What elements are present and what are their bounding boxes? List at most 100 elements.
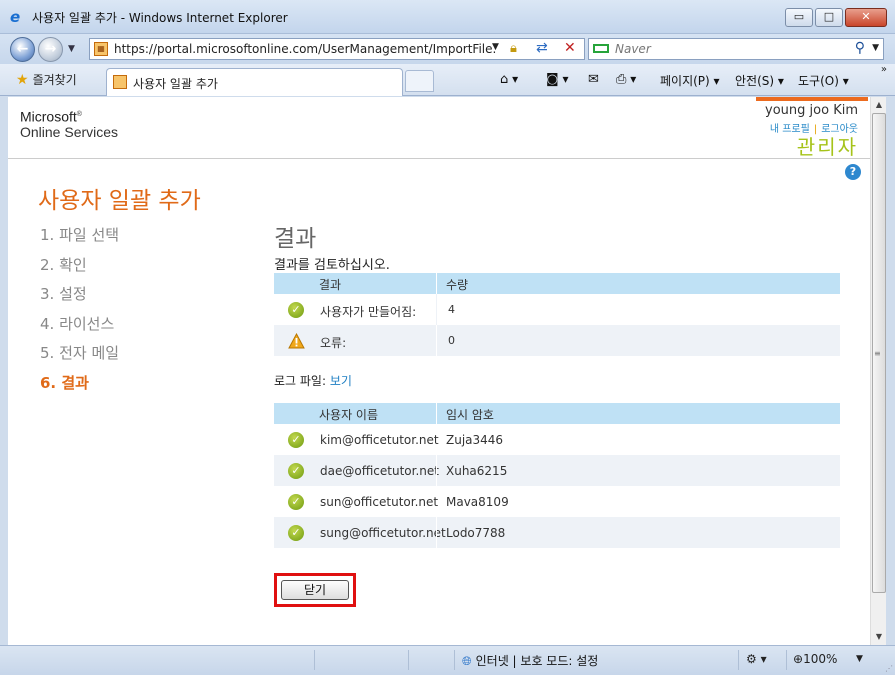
zoom-icon: ⊕: [793, 652, 804, 666]
success-check-icon: ✓: [288, 494, 304, 510]
star-icon: ★: [16, 72, 29, 88]
page-title: 사용자 일괄 추가: [38, 188, 201, 214]
forward-button[interactable]: →: [38, 37, 63, 62]
more-commands-icon[interactable]: »: [881, 64, 887, 75]
column-header-result: 결과: [319, 278, 342, 292]
command-bar: ★ 즐겨찾기 사용자 일괄 추가 ⌂ ▾ ◙ ▾ ✉ ⎙ ▾ 페이지(P) ▾ 안…: [0, 64, 895, 96]
status-pane-divider: [454, 650, 455, 670]
wizard-step: 1. 파일 선택: [40, 226, 120, 244]
column-header-username: 사용자 이름: [319, 408, 379, 422]
status-pane-divider: [738, 650, 739, 670]
success-check-icon: ✓: [288, 302, 304, 318]
wizard-step: 2. 확인: [40, 255, 87, 274]
home-icon: ⌂: [500, 72, 509, 87]
scroll-up-icon[interactable]: ▲: [871, 97, 887, 113]
home-button[interactable]: ⌂ ▾: [500, 72, 518, 87]
status-bar: 🌐︎ 인터넷 | 보호 모드: 설정 ⚙ ▾ ⊕100% ▼ ⋰: [0, 645, 895, 675]
globe-icon: 🌐︎: [462, 654, 472, 668]
microsoft-online-logo[interactable]: Microsoft® Online Services: [20, 107, 118, 140]
user-role: 관리자: [796, 135, 858, 159]
summary-label: 오류:: [320, 336, 347, 350]
mail-icon: ✉: [588, 72, 599, 87]
close-button[interactable]: 닫기: [281, 580, 349, 600]
recent-pages-dropdown-icon[interactable]: ▼: [68, 44, 75, 54]
security-zone[interactable]: 🌐︎ 인터넷 | 보호 모드: 설정: [462, 652, 598, 669]
table-row: 오류: 0: [274, 325, 840, 356]
forward-arrow-icon: →: [44, 41, 57, 57]
table-row: ✓ sun@officetutor.net Mava8109: [274, 486, 840, 517]
search-input[interactable]: Naver: [615, 42, 651, 56]
refresh-icon[interactable]: ⇄: [536, 40, 548, 56]
addons-icon: ⚙: [746, 652, 757, 666]
help-icon[interactable]: ?: [845, 164, 861, 180]
back-button[interactable]: ←: [10, 37, 35, 62]
resize-grip-icon[interactable]: ⋰: [885, 664, 893, 673]
page-menu[interactable]: 페이지(P) ▾: [660, 72, 720, 89]
zoom-dropdown-icon[interactable]: ▼: [856, 654, 863, 664]
user-temp-password: Lodo7788: [446, 526, 506, 540]
logo-mark: ®: [76, 111, 82, 118]
close-icon: ✕: [861, 10, 871, 23]
addons-button[interactable]: ⚙ ▾: [746, 652, 767, 666]
rss-icon: ◙: [546, 72, 559, 87]
user-email: sun@officetutor.net: [320, 495, 439, 509]
mail-button[interactable]: ✉: [588, 72, 599, 87]
portal-header: Microsoft® Online Services young joo Kim…: [8, 97, 870, 159]
address-bar[interactable]: ▦ https://portal.microsoftonline.com/Use…: [89, 38, 585, 60]
scroll-grip-icon: ≡: [874, 349, 881, 358]
wizard-step-current: 6. 결과: [40, 373, 89, 392]
search-icon[interactable]: ⚲: [855, 40, 865, 56]
wizard-step: 5. 전자 메일: [40, 344, 120, 362]
window-controls: ▭ □ ✕: [783, 8, 887, 27]
summary-label: 사용자가 만들어짐:: [320, 305, 417, 319]
feeds-button[interactable]: ◙ ▾: [546, 72, 568, 87]
tools-menu[interactable]: 도구(O) ▾: [798, 72, 849, 89]
section-subtitle: 결과를 검토하십시오.: [274, 258, 390, 273]
wizard-step: 3. 설정: [40, 285, 87, 303]
lock-icon[interactable]: 🔒︎: [510, 41, 517, 56]
summary-count: 4: [448, 303, 455, 316]
logo-brand: Microsoft: [20, 108, 77, 125]
search-box[interactable]: Naver ⚲ ▼: [588, 38, 884, 60]
back-arrow-icon: ←: [16, 41, 29, 57]
site-favicon-icon: ▦: [94, 42, 108, 56]
user-temp-password: Zuja3446: [446, 433, 504, 447]
url-dropdown-icon[interactable]: ▼: [492, 42, 499, 52]
user-temp-password: Mava8109: [446, 495, 509, 509]
table-row: ✓ kim@officetutor.net Zuja3446: [274, 424, 840, 455]
minimize-icon: ▭: [793, 10, 805, 23]
scroll-down-icon[interactable]: ▼: [871, 629, 887, 645]
address-toolbar: ← → ▼ ▦ https://portal.microsoftonline.c…: [0, 34, 895, 64]
success-check-icon: ✓: [288, 463, 304, 479]
tab-favicon-icon: [113, 75, 127, 89]
column-header-password: 임시 암호: [446, 408, 494, 422]
close-button-highlight: 닫기: [274, 573, 356, 607]
table-header: 사용자 이름 임시 암호: [274, 403, 840, 424]
window-titlebar: e 사용자 일괄 추가 - Windows Internet Explorer …: [0, 0, 895, 34]
success-check-icon: ✓: [288, 432, 304, 448]
stop-icon[interactable]: ✕: [564, 40, 576, 56]
summary-table: 결과 수량 ✓ 사용자가 만들어짐: 4 오류: 0: [274, 273, 840, 356]
zoom-button[interactable]: ⊕100%: [793, 652, 837, 666]
minimize-button[interactable]: ▭: [785, 8, 813, 27]
maximize-icon: □: [823, 10, 835, 23]
browser-tab[interactable]: 사용자 일괄 추가: [106, 68, 403, 96]
favorites-button[interactable]: ★ 즐겨찾기: [16, 71, 77, 88]
section-title: 결과: [274, 226, 317, 252]
safety-menu[interactable]: 안전(S) ▾: [735, 72, 784, 89]
log-file-line: 로그 파일: 보기: [274, 372, 352, 389]
user-name: young joo Kim: [765, 103, 858, 118]
vertical-scrollbar[interactable]: ▲ ≡ ▼: [870, 97, 886, 645]
summary-count: 0: [448, 334, 455, 347]
favorites-label: 즐겨찾기: [32, 73, 77, 87]
close-window-button[interactable]: ✕: [845, 8, 887, 27]
tab-title: 사용자 일괄 추가: [133, 77, 218, 91]
user-email: dae@officetutor.net: [320, 464, 439, 478]
search-dropdown-icon[interactable]: ▼: [872, 43, 879, 53]
url-input[interactable]: https://portal.microsoftonline.com/UserM…: [114, 42, 496, 56]
print-button[interactable]: ⎙ ▾: [616, 72, 636, 87]
new-tab-button[interactable]: [405, 70, 434, 92]
maximize-button[interactable]: □: [815, 8, 843, 27]
log-file-label: 로그 파일:: [274, 374, 327, 388]
log-file-view-link[interactable]: 보기: [330, 374, 352, 388]
